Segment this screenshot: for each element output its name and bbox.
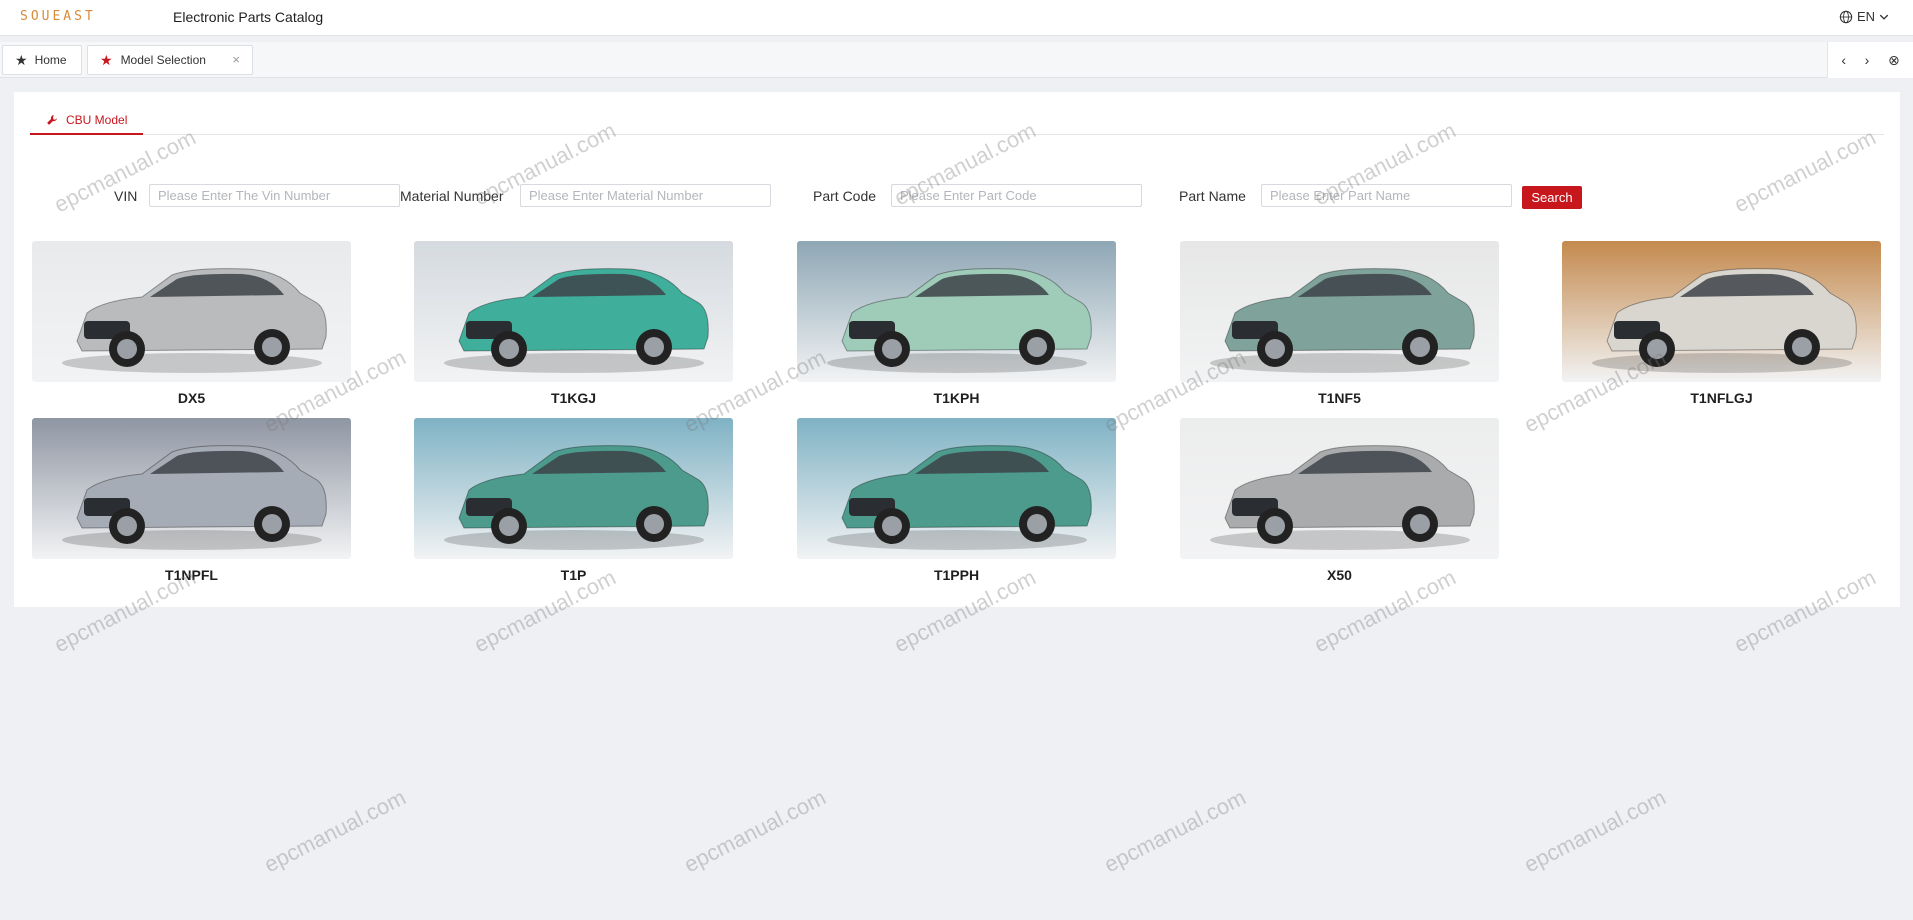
model-name: T1KGJ (550, 390, 597, 406)
language-label: EN (1856, 9, 1875, 24)
tab-navigation: ‹ › ⊗ (1827, 42, 1913, 78)
close-all-tabs-icon[interactable]: ⊗ (1888, 52, 1900, 69)
vin-input[interactable] (149, 184, 400, 207)
part-name-label: Part Name (1179, 188, 1246, 204)
car-image[interactable] (32, 418, 351, 559)
model-card[interactable]: T1PPH (797, 418, 1116, 583)
model-card[interactable]: DX5 (32, 241, 351, 406)
watermark: epcmanual.com (680, 784, 830, 878)
model-card[interactable]: T1NFLGJ (1562, 241, 1881, 406)
tab-model-selection-label: Model Selection (120, 53, 206, 67)
car-illustration (1562, 241, 1881, 382)
model-card[interactable]: X50 (1180, 418, 1499, 583)
car-illustration (1180, 418, 1499, 559)
subtab-cbu-model[interactable]: CBU Model (30, 106, 143, 135)
search-button[interactable]: Search (1522, 186, 1582, 209)
model-name: T1NFLGJ (1690, 390, 1753, 406)
model-card[interactable]: T1P (414, 418, 733, 583)
star-icon: ★ (15, 52, 28, 68)
model-card[interactable]: T1NPFL (32, 418, 351, 583)
brand-logo[interactable]: SOUEAST (20, 9, 96, 24)
model-card[interactable]: T1KGJ (414, 241, 733, 406)
car-image[interactable] (1562, 241, 1881, 382)
model-name: DX5 (177, 390, 206, 406)
car-image[interactable] (32, 241, 351, 382)
top-header: SOUEAST Electronic Parts Catalog EN (0, 0, 1913, 36)
wrench-icon (47, 114, 57, 125)
close-tab-icon[interactable]: × (232, 52, 240, 67)
car-illustration (414, 241, 733, 382)
model-card[interactable]: T1NF5 (1180, 241, 1499, 406)
model-name: T1NPFL (165, 567, 218, 583)
app-title: Electronic Parts Catalog (173, 9, 324, 25)
sub-tab-bar: CBU Model (30, 106, 1884, 135)
car-illustration (1180, 241, 1499, 382)
tab-model-selection[interactable]: ★ Model Selection × (87, 45, 253, 75)
main-panel: CBU Model VIN Material Number Part Code … (14, 92, 1900, 607)
watermark: epcmanual.com (1520, 784, 1670, 878)
tab-home[interactable]: ★ Home (2, 45, 82, 75)
material-number-label: Material Number (400, 188, 504, 204)
tab-strip: ★ Home ★ Model Selection × (0, 42, 1913, 78)
vin-label: VIN (114, 188, 138, 204)
car-image[interactable] (797, 241, 1116, 382)
model-name: X50 (1327, 567, 1352, 583)
model-name: T1PPH (933, 567, 980, 583)
car-image[interactable] (414, 241, 733, 382)
car-illustration (32, 418, 351, 559)
model-name: T1KPH (933, 390, 980, 406)
chevron-down-icon (1879, 14, 1889, 20)
material-number-input[interactable] (520, 184, 771, 207)
subtab-cbu-model-label: CBU Model (66, 112, 128, 127)
globe-icon (1839, 10, 1853, 23)
watermark: epcmanual.com (1100, 784, 1250, 878)
car-illustration (797, 241, 1116, 382)
model-card[interactable]: T1KPH (797, 241, 1116, 406)
car-illustration (797, 418, 1116, 559)
car-image[interactable] (1180, 418, 1499, 559)
model-name: T1P (560, 567, 587, 583)
watermark: epcmanual.com (260, 784, 410, 878)
language-selector[interactable]: EN (1839, 9, 1889, 24)
car-illustration (414, 418, 733, 559)
tab-home-label: Home (34, 53, 67, 67)
car-image[interactable] (1180, 241, 1499, 382)
car-illustration (32, 241, 351, 382)
car-image[interactable] (797, 418, 1116, 559)
chevron-right-icon[interactable]: › (1865, 52, 1870, 68)
star-icon: ★ (100, 52, 113, 68)
part-code-input[interactable] (891, 184, 1142, 207)
car-image[interactable] (414, 418, 733, 559)
model-name: T1NF5 (1318, 390, 1361, 406)
chevron-left-icon[interactable]: ‹ (1841, 52, 1846, 68)
part-code-label: Part Code (813, 188, 877, 204)
part-name-input[interactable] (1261, 184, 1512, 207)
